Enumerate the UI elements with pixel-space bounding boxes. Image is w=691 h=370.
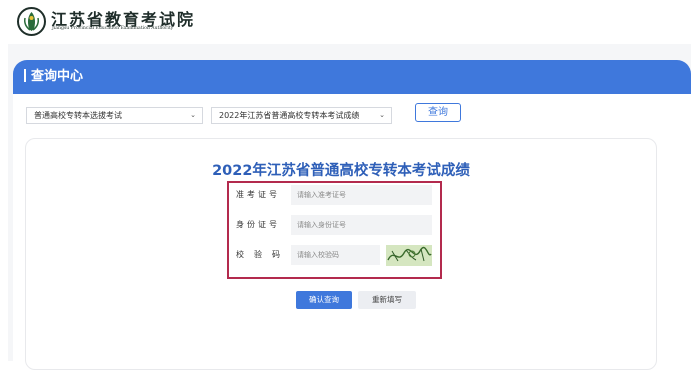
confirm-query-button[interactable]: 确认查询 [296,291,352,309]
main-content: 查询中心 普通高校专转本选拔考试 ⌄ 2022年江苏省普通高校专转本考试成绩 ⌄… [8,44,691,370]
exam-name-select[interactable]: 2022年江苏省普通高校专转本考试成绩 ⌄ [211,107,392,124]
chevron-down-icon: ⌄ [190,111,196,119]
chevron-down-icon: ⌄ [379,111,385,119]
exam-type-select[interactable]: 普通高校专转本选拔考试 ⌄ [26,107,203,124]
site-header: 江苏省教育考试院 Jiangsu Provincial Education Ex… [0,0,691,44]
emblem-logo-icon [17,7,46,36]
verification-code-label: 校验码 [236,250,290,259]
brand-english-name: Jiangsu Provincial Education Examination… [52,26,174,31]
captcha-image[interactable] [386,245,432,266]
id-number-label: 身份证号 [236,220,280,229]
verification-code-input[interactable]: 请输入校验码 [291,245,380,265]
exam-type-value: 普通高校专转本选拔考试 [34,111,122,120]
panel-title: 查询中心 [24,68,83,85]
form-title: 2022年江苏省普通高校专转本考试成绩 [212,163,470,179]
admission-number-input[interactable]: 请输入准考证号 [291,185,432,205]
query-button[interactable]: 查询 [415,103,461,122]
exam-name-value: 2022年江苏省普通高校专转本考试成绩 [219,111,360,120]
panel-body: 普通高校专转本选拔考试 ⌄ 2022年江苏省普通高校专转本考试成绩 ⌄ 查询 2… [13,94,691,370]
panel-title-text: 查询中心 [31,69,84,84]
admission-number-label: 准考证号 [236,190,280,199]
query-form-card: 2022年江苏省普通高校专转本考试成绩 准考证号 请输入准考证号 身份证号 请输… [25,138,657,370]
form-fields-box: 准考证号 请输入准考证号 身份证号 请输入身份证号 校验码 请输入校验码 [227,181,442,279]
id-number-input[interactable]: 请输入身份证号 [291,215,432,235]
reset-form-button[interactable]: 重新填写 [358,291,416,309]
panel-header: 查询中心 [13,60,691,94]
